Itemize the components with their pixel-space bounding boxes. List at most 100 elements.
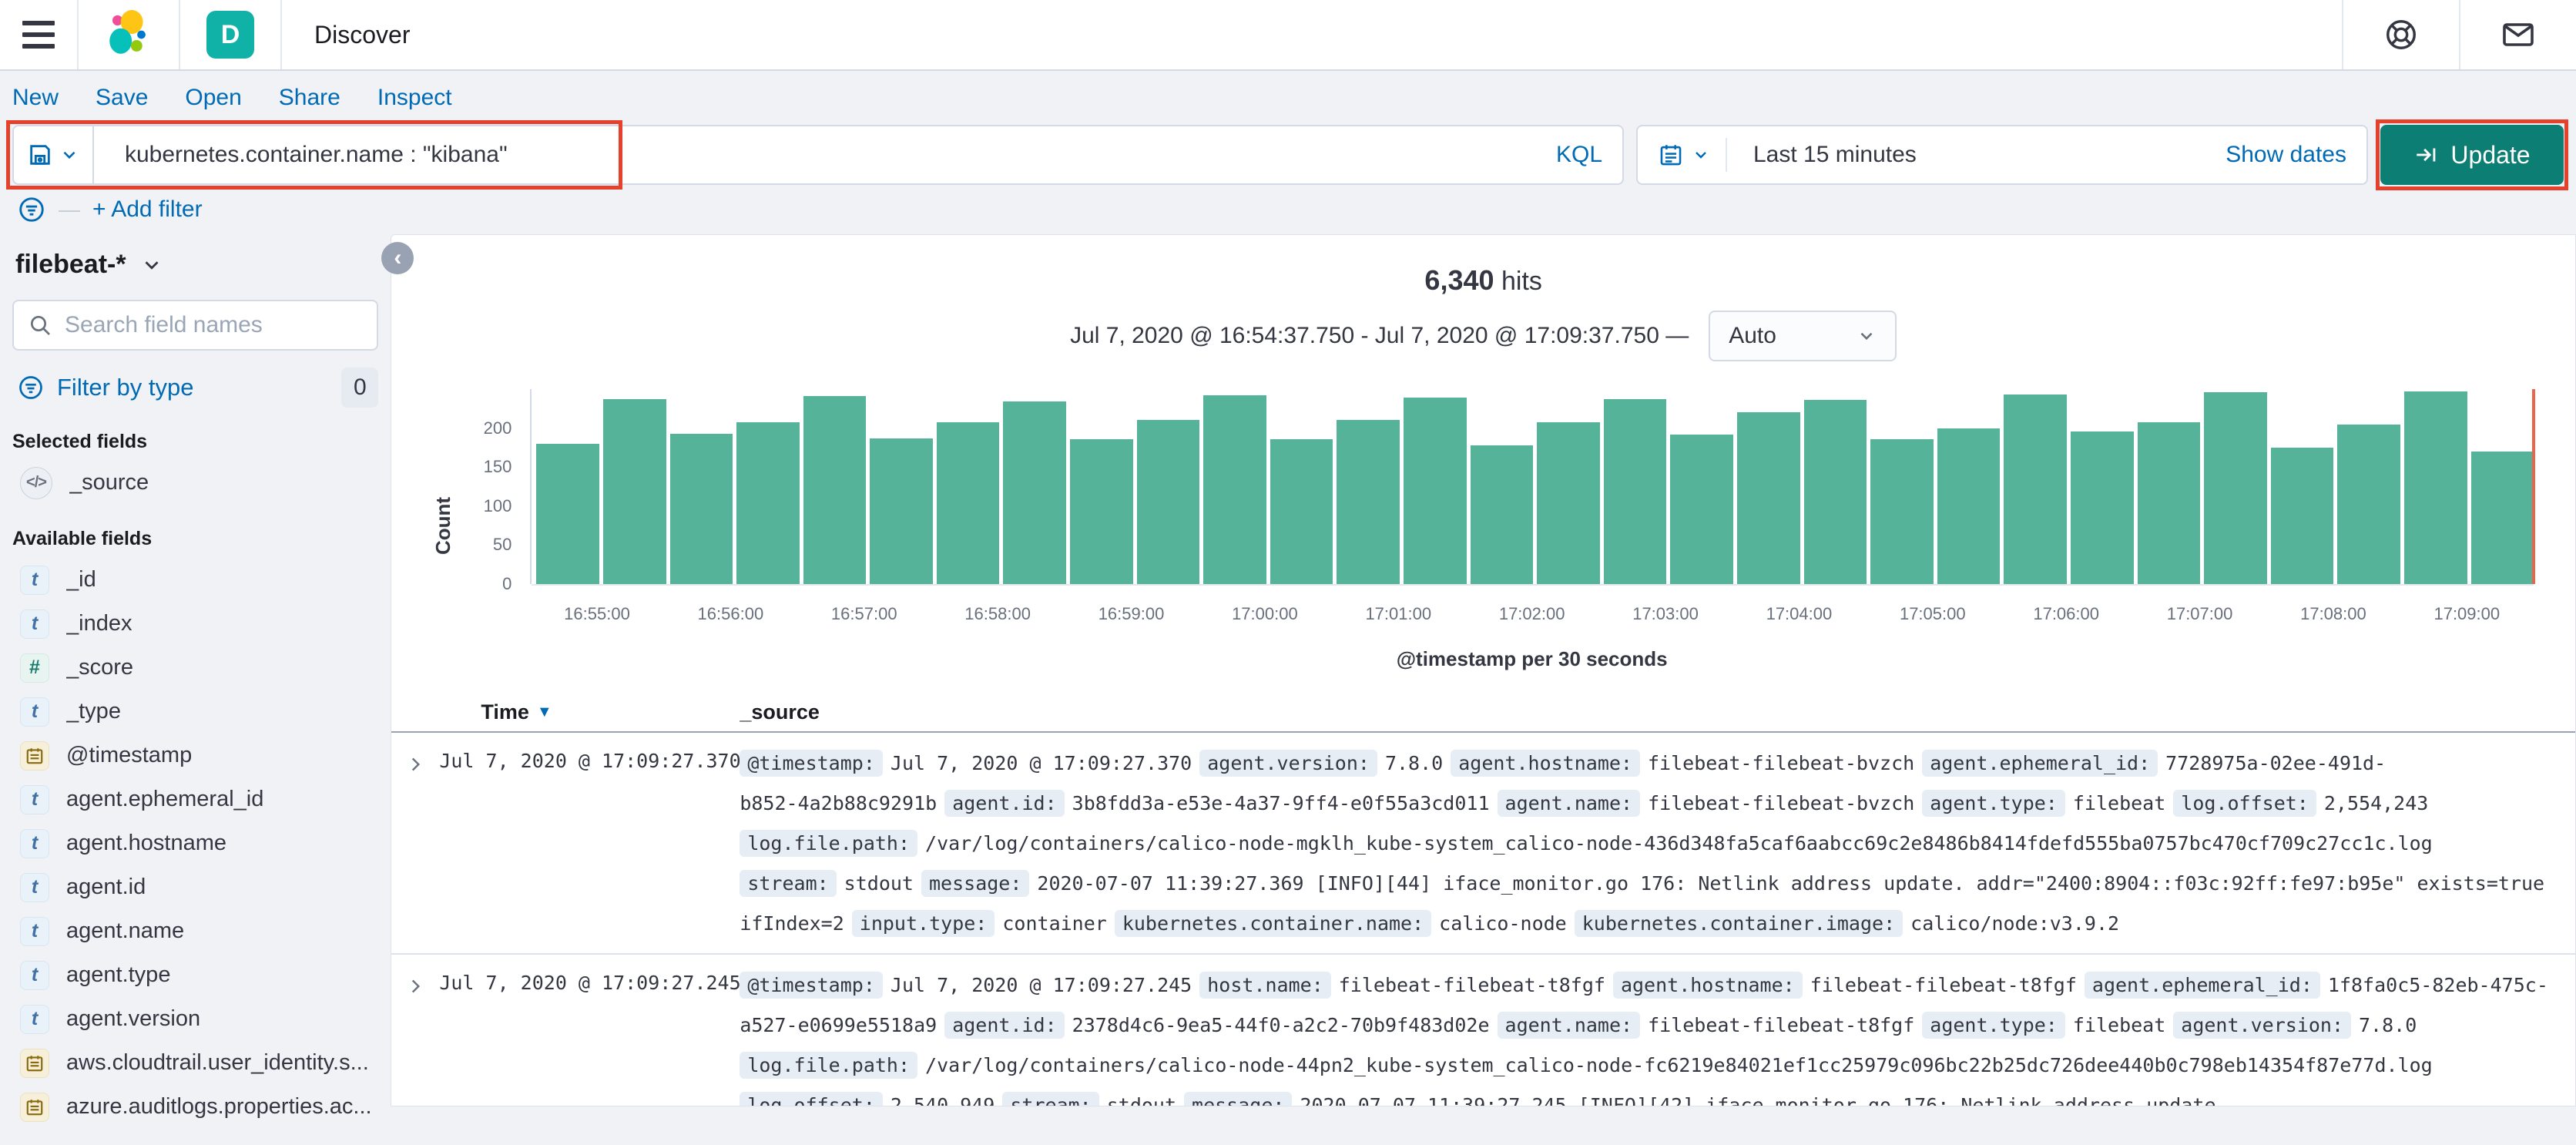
chart-plot-area[interactable]: 200 150 100 50 0 <box>484 389 2535 593</box>
help-button[interactable] <box>2343 0 2459 69</box>
string-type-icon: t <box>20 872 49 902</box>
histogram-bar-14[interactable] <box>1470 445 1534 584</box>
column-header-time[interactable]: Time ▼ <box>391 700 740 724</box>
histogram-bar-11[interactable] <box>1270 439 1333 584</box>
field-item-agent.version[interactable]: t agent.version <box>12 997 378 1041</box>
histogram-bar-19[interactable] <box>1803 400 1867 584</box>
documents-table: Time ▼ _source Jul 7, 2020 @ 17:09:27.37… <box>391 693 2575 1106</box>
field-key-badge: input.type: <box>851 910 995 937</box>
field-value: b852-4a2b88c9291b <box>740 792 937 814</box>
field-key-badge: message: <box>921 870 1030 897</box>
histogram-bar-16[interactable] <box>1603 399 1667 584</box>
chevron-down-icon <box>1696 152 1706 159</box>
histogram-bar-6[interactable] <box>936 422 1000 584</box>
menu-link-save[interactable]: Save <box>96 85 148 111</box>
field-item-_id[interactable]: t _id <box>12 558 378 602</box>
filter-by-type[interactable]: Filter by type 0 <box>12 368 379 408</box>
date-quick-select-button[interactable] <box>1658 142 1710 168</box>
field-search-input[interactable] <box>65 312 364 338</box>
string-type-icon: t <box>20 916 49 946</box>
histogram-bar-13[interactable] <box>1404 398 1467 584</box>
histogram-bar-0[interactable] <box>536 444 599 584</box>
histogram-bar-24[interactable] <box>2137 422 2201 584</box>
field-value: Jul 7, 2020 @ 17:09:27.245 <box>890 974 1192 996</box>
histogram-bar-3[interactable] <box>736 422 800 584</box>
histogram-bar-4[interactable] <box>803 396 867 584</box>
show-dates-link[interactable]: Show dates <box>2225 142 2346 168</box>
field-item-_source[interactable]: </> _source <box>12 461 378 505</box>
field-item-agent.hostname[interactable]: t agent.hostname <box>12 821 378 865</box>
source-line: @timestamp: Jul 7, 2020 @ 17:09:27.245 hos… <box>740 965 2560 1006</box>
histogram-bar-21[interactable] <box>1937 428 2001 584</box>
histogram-bar-28[interactable] <box>2403 391 2467 584</box>
field-key-badge: agent.version: <box>2173 1012 2351 1039</box>
histogram-bar-20[interactable] <box>1870 439 1934 584</box>
field-key-badge: agent.id: <box>944 790 1065 817</box>
menu-link-inspect[interactable]: Inspect <box>377 85 452 111</box>
field-item-_index[interactable]: t _index <box>12 602 378 646</box>
time-range-value[interactable]: Last 15 minutes <box>1742 142 1917 168</box>
newsfeed-button[interactable] <box>2460 0 2576 69</box>
expand-row-button[interactable] <box>391 744 439 944</box>
filter-set-icon[interactable] <box>17 195 46 224</box>
x-axis-tick: 17:03:00 <box>1632 604 1699 623</box>
query-language-button[interactable]: KQL <box>1556 142 1602 168</box>
interval-select[interactable]: Auto <box>1709 311 1897 361</box>
field-item-agent.id[interactable]: t agent.id <box>12 865 378 909</box>
field-item-_score[interactable]: # _score <box>12 646 378 690</box>
histogram-bar-22[interactable] <box>2004 395 2067 584</box>
row-source: @timestamp: Jul 7, 2020 @ 17:09:27.370 age… <box>740 744 2575 944</box>
histogram-bar-25[interactable] <box>2204 392 2267 584</box>
elastic-logo[interactable] <box>79 0 179 69</box>
histogram-bar-18[interactable] <box>1737 412 1800 584</box>
histogram-bar-17[interactable] <box>1670 435 1733 584</box>
histogram-bar-7[interactable] <box>1003 401 1067 584</box>
field-item-_type[interactable]: t _type <box>12 690 378 734</box>
histogram-bar-27[interactable] <box>2337 425 2400 584</box>
histogram-bar-29[interactable] <box>2470 452 2534 584</box>
x-axis-tick: 17:08:00 <box>2300 604 2366 623</box>
histogram-bar-5[interactable] <box>870 438 933 584</box>
field-name: _score <box>66 655 134 680</box>
menu-link-new[interactable]: New <box>12 85 59 111</box>
query-input[interactable]: kubernetes.container.name : "kibana" KQL <box>94 125 1624 185</box>
histogram-bar-26[interactable] <box>2270 448 2334 584</box>
histogram-bar-10[interactable] <box>1203 395 1266 584</box>
field-item-@timestamp[interactable]: @timestamp <box>12 734 378 777</box>
chevron-down-icon <box>63 151 75 159</box>
space-badge[interactable]: D <box>180 0 280 69</box>
refresh-arrow-icon <box>2417 148 2436 162</box>
x-axis-line <box>532 584 2534 586</box>
field-item-azure.auditlogs.properties.ac...[interactable]: azure.auditlogs.properties.ac... <box>12 1085 378 1129</box>
histogram-bar-8[interactable] <box>1070 439 1133 584</box>
histogram-bar-2[interactable] <box>669 434 733 584</box>
menu-link-open[interactable]: Open <box>185 85 241 111</box>
filter-icon <box>19 376 42 399</box>
saved-query-button[interactable] <box>12 125 94 185</box>
field-item-agent.ephemeral_id[interactable]: t agent.ephemeral_id <box>12 777 378 821</box>
add-filter-link[interactable]: + Add filter <box>92 196 203 223</box>
field-value: ifIndex=2 <box>740 912 844 935</box>
menu-link-share[interactable]: Share <box>279 85 340 111</box>
update-button[interactable]: Update <box>2380 125 2564 185</box>
y-axis-tick: 100 <box>483 495 512 515</box>
field-item-agent.name[interactable]: t agent.name <box>12 909 378 953</box>
field-item-agent.type[interactable]: t agent.type <box>12 953 378 997</box>
chevron-right-icon <box>412 757 421 771</box>
field-item-aws.cloudtrail.user_identity.s...[interactable]: aws.cloudtrail.user_identity.s... <box>12 1041 378 1085</box>
table-row: Jul 7, 2020 @ 17:09:27.370 @timestamp: Jul… <box>391 733 2575 955</box>
histogram-bar-1[interactable] <box>602 399 666 584</box>
expand-row-button[interactable] <box>391 965 439 1106</box>
histogram-bar-12[interactable] <box>1337 420 1400 584</box>
discover-menu: New Save Open Share Inspect <box>0 71 2576 125</box>
histogram-bar-15[interactable] <box>1537 422 1600 584</box>
histogram-bar-9[interactable] <box>1136 420 1200 584</box>
menu-icon[interactable] <box>0 0 77 69</box>
x-axis-tick: 16:59:00 <box>1098 604 1165 623</box>
histogram-bar-23[interactable] <box>2070 431 2134 584</box>
field-key-badge: agent.hostname: <box>1451 750 1640 777</box>
index-pattern-selector[interactable]: filebeat-* <box>12 250 378 280</box>
column-header-source[interactable]: _source <box>740 700 820 724</box>
collapse-sidebar-button[interactable]: ‹ <box>381 242 414 274</box>
field-key-badge: agent.version: <box>1199 750 1377 777</box>
